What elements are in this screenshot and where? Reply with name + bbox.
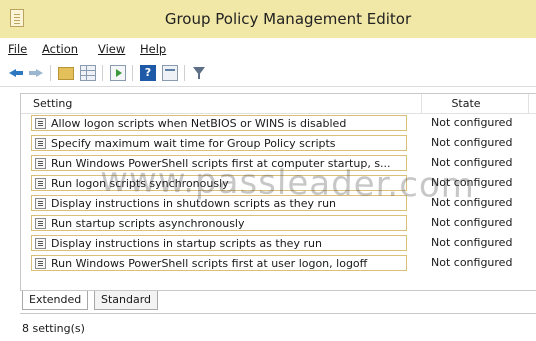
menu-bar: File Action View Help	[0, 38, 536, 60]
filter-icon[interactable]	[191, 65, 207, 81]
policy-setting-icon	[35, 258, 46, 269]
toolbar: ?	[0, 60, 536, 87]
status-text: 8 setting(s)	[22, 322, 85, 335]
policy-setting-icon	[35, 118, 46, 129]
table-row[interactable]: Display instructions in startup scripts …	[31, 234, 536, 252]
up-folder-icon[interactable]	[58, 67, 74, 80]
policy-state: Not configured	[431, 256, 513, 269]
table-row[interactable]: Allow logon scripts when NetBIOS or WINS…	[31, 114, 536, 132]
table-row[interactable]: Specify maximum wait time for Group Poli…	[31, 134, 536, 152]
table-row[interactable]: Run Windows PowerShell scripts first at …	[31, 254, 536, 272]
view-tabs: Extended Standard	[20, 290, 536, 313]
policy-state: Not configured	[431, 216, 513, 229]
policy-state: Not configured	[431, 236, 513, 249]
policy-name: Specify maximum wait time for Group Poli…	[51, 137, 336, 150]
policy-name: Allow logon scripts when NetBIOS or WINS…	[51, 117, 347, 130]
policy-name: Display instructions in startup scripts …	[51, 237, 322, 250]
menu-view[interactable]: View	[98, 42, 125, 56]
list-header: Setting State	[21, 94, 536, 114]
column-header-state[interactable]: State	[431, 97, 501, 110]
export-list-icon[interactable]	[110, 65, 126, 81]
back-arrow-icon[interactable]	[8, 65, 24, 81]
watermark: www.passleader.com	[99, 159, 476, 207]
tab-extended[interactable]: Extended	[22, 291, 89, 310]
window-title: Group Policy Management Editor	[164, 10, 412, 28]
help-icon[interactable]: ?	[140, 65, 156, 81]
policy-name: Run startup scripts asynchronously	[51, 217, 245, 230]
policy-setting-icon	[35, 218, 46, 229]
title-bar: Group Policy Management Editor	[0, 0, 536, 38]
properties-icon[interactable]	[162, 65, 178, 81]
policy-setting-icon	[35, 158, 46, 169]
menu-help[interactable]: Help	[140, 42, 166, 56]
tab-standard[interactable]: Standard	[94, 291, 159, 310]
policy-setting-icon	[35, 238, 46, 249]
policy-state: Not configured	[431, 116, 513, 129]
forward-arrow-icon[interactable]	[28, 65, 44, 81]
policy-name: Run Windows PowerShell scripts first at …	[51, 257, 368, 270]
policy-setting-icon	[35, 138, 46, 149]
policy-setting-icon	[35, 178, 46, 189]
menu-action[interactable]: Action	[42, 42, 78, 56]
policy-setting-icon	[35, 198, 46, 209]
status-bar: 8 setting(s)	[20, 313, 536, 341]
menu-file[interactable]: File	[8, 42, 27, 56]
policy-state: Not configured	[431, 136, 513, 149]
show-hide-tree-icon[interactable]	[80, 65, 96, 81]
table-row[interactable]: Run startup scripts asynchronously Not c…	[31, 214, 536, 232]
column-header-setting[interactable]: Setting	[33, 97, 72, 110]
